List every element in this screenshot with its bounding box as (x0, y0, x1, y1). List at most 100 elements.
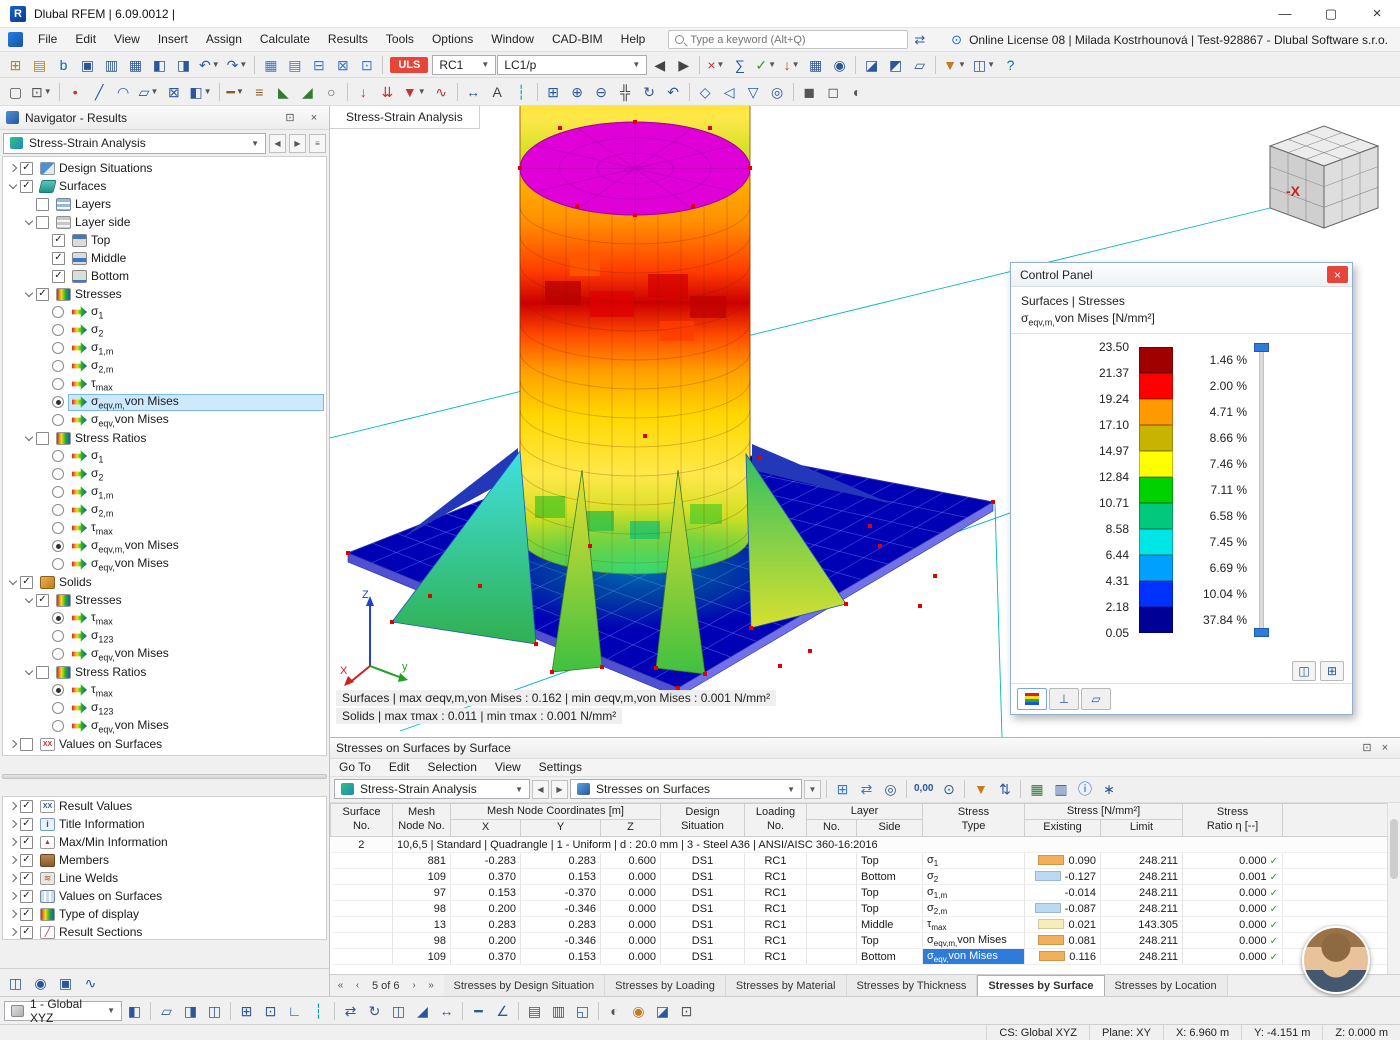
y-cell[interactable]: 0.283 (520, 852, 601, 870)
stress-type-cell[interactable]: σ2 (922, 868, 1025, 886)
new-surface-button[interactable]: ▱ ▼ (136, 81, 162, 103)
calculate-all-button[interactable]: ∑ (728, 54, 751, 76)
radio-button[interactable] (52, 522, 64, 534)
table-manager-button[interactable]: ▤ (283, 54, 306, 76)
menu-results[interactable]: Results (319, 28, 377, 51)
select-button[interactable]: ▢ (4, 81, 27, 103)
graphics-viewport[interactable]: -X Stress-Strain Analysis Z X y Surfaces… (330, 106, 1400, 737)
open-model-button[interactable]: ▤ (28, 54, 51, 76)
checkbox[interactable]: ✓ (20, 737, 33, 751)
ratio-cell[interactable]: 0.000 ✓ (1182, 900, 1283, 918)
text-annotation-button[interactable]: A (486, 81, 509, 103)
y-cell[interactable]: 0.283 (520, 916, 601, 934)
nodal-load-button[interactable]: ↓ (352, 81, 375, 103)
line-support-button[interactable]: ◢ (296, 81, 319, 103)
close-button[interactable]: × (1354, 0, 1400, 28)
table-row[interactable]: 13 0.283 0.283 0.000 DS1 RC1 Middle τmax 0.021 14… (330, 916, 1388, 934)
tree-item-sigmaeqv-von-mises[interactable]: σeqv,von Mises (3, 717, 326, 735)
expand-chevron-icon[interactable] (7, 872, 19, 884)
render-solid-button[interactable]: ◼ (798, 81, 821, 103)
light-settings-button[interactable]: ◉ (627, 1000, 650, 1022)
tree-item-taumax[interactable]: τmax (3, 519, 326, 537)
table-menu-view[interactable]: View (486, 760, 530, 774)
expand-chevron-icon[interactable] (7, 836, 19, 848)
expand-chevron-icon[interactable] (23, 216, 35, 228)
help-button[interactable]: ? (999, 54, 1022, 76)
radio-button[interactable] (52, 450, 64, 462)
table-panel-titlebar[interactable]: Stresses on Surfaces by Surface ⊡ × (330, 738, 1400, 759)
navigator-splitter[interactable] (0, 756, 329, 796)
menu-view[interactable]: View (105, 28, 149, 51)
layer-no-cell[interactable] (806, 884, 857, 902)
tree-item-title-information[interactable]: ✓ Title Information (3, 815, 326, 833)
tree-item-result-values[interactable]: ✓ Result Values (3, 797, 326, 815)
tree-item-top[interactable]: ✓ Top (3, 231, 326, 249)
design-situation-cell[interactable]: DS1 (660, 916, 745, 934)
coordinate-system-combo[interactable]: 1 - Global XYZ ▼ (4, 997, 122, 1025)
loading-cell[interactable]: RC1 (744, 852, 807, 870)
stress-type-cell[interactable]: σ1 (922, 852, 1025, 870)
layer-no-cell[interactable] (806, 868, 857, 886)
guidelines-toggle-button[interactable]: ┆ (307, 1000, 330, 1022)
table-tab-stresses-by-loading[interactable]: Stresses by Loading (605, 975, 726, 996)
surface-cell[interactable] (330, 900, 393, 918)
show-loads-button[interactable]: ↓ ▼ (780, 54, 803, 76)
checkbox[interactable]: ✓ (20, 853, 33, 867)
pane-layout-button[interactable]: ◧ (123, 1000, 146, 1022)
radio-button[interactable] (52, 468, 64, 480)
tree-item-design-situations[interactable]: ✓ Design Situations (3, 159, 326, 177)
next-loading-button[interactable]: ▶ (672, 54, 695, 76)
table-tab-stresses-by-location[interactable]: Stresses by Location (1104, 975, 1228, 996)
layer-no-cell[interactable] (806, 900, 857, 918)
checkbox[interactable]: ✓ (36, 197, 49, 211)
margins-stamp-button[interactable]: ◱ (571, 1000, 594, 1022)
last-table-button[interactable]: » (423, 977, 440, 995)
expand-chevron-icon[interactable] (23, 594, 35, 606)
menu-cad-bim[interactable]: CAD-BIM (543, 28, 612, 51)
expand-chevron-icon[interactable] (23, 432, 35, 444)
tree-item-sigmaeqv-m-von-mises[interactable]: σeqv,m,von Mises (3, 393, 326, 411)
previous-view-button[interactable]: ↶ (662, 81, 685, 103)
first-table-button[interactable]: « (332, 977, 349, 995)
expand-chevron-icon[interactable] (7, 854, 19, 866)
expand-chevron-icon[interactable] (23, 288, 35, 300)
checkbox[interactable]: ✓ (20, 575, 33, 589)
x-cell[interactable]: 0.153 (450, 884, 521, 902)
expand-chevron-icon[interactable] (7, 800, 19, 812)
zoom-out-button[interactable]: ⊖ (590, 81, 613, 103)
node-cell[interactable]: 97 (392, 884, 451, 902)
loading-cell[interactable]: RC1 (744, 916, 807, 934)
guideline-button[interactable]: ┆ (510, 81, 533, 103)
sync-graphic-button[interactable]: ⊞ (831, 778, 854, 800)
snap-button[interactable]: ⊡ (259, 1000, 282, 1022)
limit-stress-cell[interactable]: 248.211 (1100, 884, 1183, 902)
layer-side-cell[interactable]: Top (856, 900, 923, 918)
checkbox[interactable]: ✓ (52, 233, 65, 247)
delete-results-button[interactable]: × ▼ (704, 54, 727, 76)
x-cell[interactable]: -0.283 (450, 852, 521, 870)
close-navigator-button[interactable]: × (305, 110, 323, 126)
print-table-button[interactable]: ▥ (1049, 778, 1072, 800)
z-cell[interactable]: 0.000 (600, 948, 661, 966)
ratio-cell[interactable]: 0.001 ✓ (1182, 868, 1283, 886)
expand-chevron-icon[interactable] (7, 908, 19, 920)
node-cell[interactable]: 881 (392, 852, 451, 870)
tree-item-sigma1[interactable]: σ1 (3, 447, 326, 465)
rotate-view-button[interactable]: ↻ (638, 81, 661, 103)
select-special-button[interactable]: ⊡ ▼ (28, 81, 55, 103)
radio-button[interactable] (52, 378, 64, 390)
menu-help[interactable]: Help (612, 28, 655, 51)
move-copy-button[interactable]: ⇄ (339, 1000, 362, 1022)
dlubal-home-button[interactable]: b (52, 54, 75, 76)
design-situation-cell[interactable]: DS1 (660, 868, 745, 886)
table-print-button[interactable]: ⊠ (331, 54, 354, 76)
tree-item-taumax[interactable]: τmax (3, 681, 326, 699)
tree-item-sigma2[interactable]: σ2 (3, 321, 326, 339)
color-scale-tab[interactable] (1017, 688, 1047, 710)
new-opening-button[interactable]: ⊠ (162, 81, 185, 103)
z-cell[interactable]: 0.000 (600, 900, 661, 918)
layer-side-cell[interactable]: Middle (856, 916, 923, 934)
printout-report-button[interactable]: ▦ (124, 54, 147, 76)
surface-cell[interactable] (330, 852, 393, 870)
filter-table-button[interactable]: ▼ (969, 778, 992, 800)
